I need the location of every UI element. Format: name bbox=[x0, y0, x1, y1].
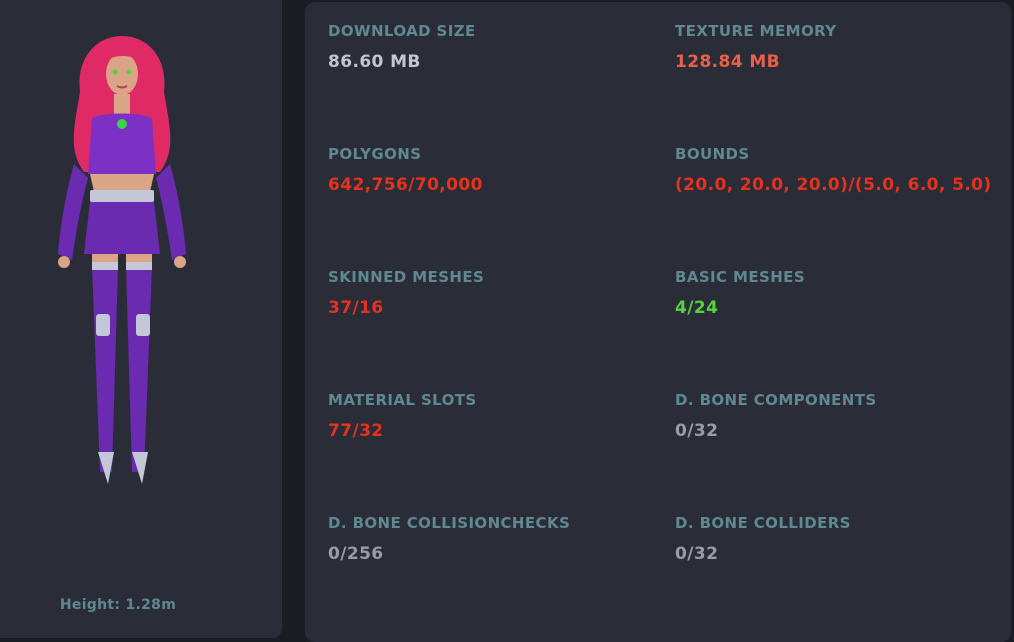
stat-value: 4/24 bbox=[675, 298, 719, 318]
avatar-preview-panel: Height: 1.28m bbox=[0, 0, 282, 638]
stat-value: 642,756/70,000 bbox=[328, 175, 483, 195]
stat-value: 37/16 bbox=[328, 298, 384, 318]
stat-basic-meshes: BASIC MESHES 4/24 bbox=[675, 268, 805, 318]
stat-value: 0/256 bbox=[328, 544, 384, 564]
stat-label: DOWNLOAD SIZE bbox=[328, 22, 476, 40]
stat-label: TEXTURE MEMORY bbox=[675, 22, 837, 40]
stat-label: D. BONE COLLISIONCHECKS bbox=[328, 514, 571, 532]
stat-label: SKINNED MESHES bbox=[328, 268, 485, 286]
stat-label: D. BONE COMPONENTS bbox=[675, 391, 877, 409]
stat-dynamic-bone-collision-checks: D. BONE COLLISIONCHECKS 0/256 bbox=[328, 514, 570, 564]
stat-label: BASIC MESHES bbox=[675, 268, 806, 286]
stat-material-slots: MATERIAL SLOTS 77/32 bbox=[328, 391, 477, 441]
stat-label: POLYGONS bbox=[328, 145, 422, 163]
avatar-preview-image bbox=[58, 36, 186, 484]
stat-label: MATERIAL SLOTS bbox=[328, 391, 477, 409]
stat-texture-memory: TEXTURE MEMORY 128.84 MB bbox=[675, 22, 837, 72]
stat-dynamic-bone-colliders: D. BONE COLLIDERS 0/32 bbox=[675, 514, 851, 564]
stat-value: 86.60 MB bbox=[328, 52, 421, 72]
stat-label: BOUNDS bbox=[675, 145, 750, 163]
stat-value: 0/32 bbox=[675, 421, 719, 441]
stat-polygons: POLYGONS 642,756/70,000 bbox=[328, 145, 483, 195]
stat-value: 0/32 bbox=[675, 544, 719, 564]
stat-label: D. BONE COLLIDERS bbox=[675, 514, 851, 532]
avatar-height-label: Height: 1.28m bbox=[59, 597, 177, 613]
stat-dynamic-bone-components: D. BONE COMPONENTS 0/32 bbox=[675, 391, 877, 441]
stat-bounds: BOUNDS (20.0, 20.0, 20.0)/(5.0, 6.0, 5.0… bbox=[675, 145, 992, 195]
stat-download-size: DOWNLOAD SIZE 86.60 MB bbox=[328, 22, 476, 72]
stat-value: (20.0, 20.0, 20.0)/(5.0, 6.0, 5.0) bbox=[675, 175, 992, 195]
performance-stats-panel: DOWNLOAD SIZE 86.60 MB TEXTURE MEMORY 12… bbox=[305, 2, 1011, 642]
stat-value: 128.84 MB bbox=[675, 52, 780, 72]
stat-value: 77/32 bbox=[328, 421, 384, 441]
stat-skinned-meshes: SKINNED MESHES 37/16 bbox=[328, 268, 484, 318]
